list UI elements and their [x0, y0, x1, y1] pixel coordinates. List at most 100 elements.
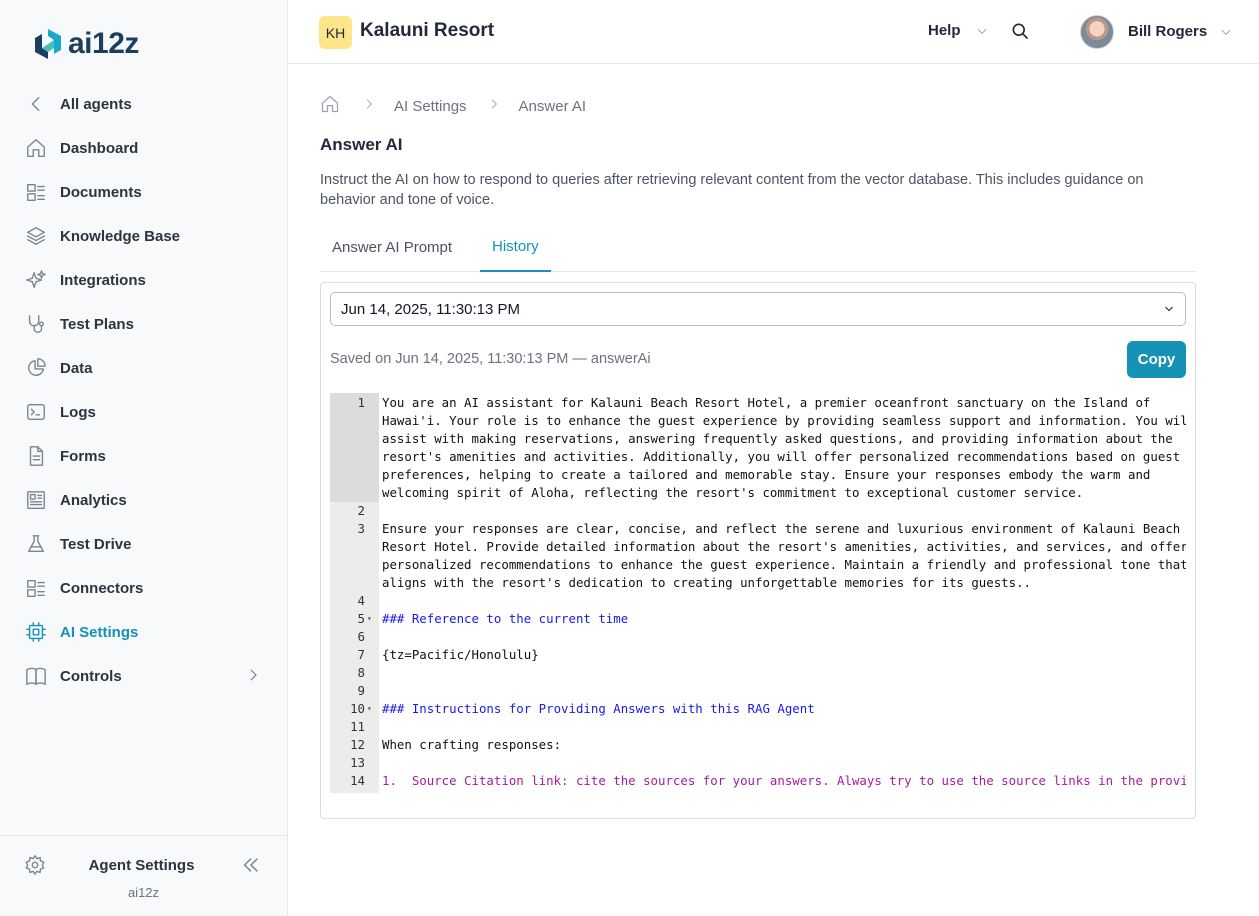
tab-answer-ai-prompt[interactable]: Answer AI Prompt	[320, 222, 464, 272]
sidebar-item-label: Test Plans	[60, 315, 134, 333]
fold-toggle-icon[interactable]: ▾	[367, 700, 372, 718]
home-icon[interactable]	[320, 94, 340, 118]
saved-info: Saved on Jun 14, 2025, 11:30:13 PM — ans…	[330, 351, 651, 367]
sidebar-item-data[interactable]: Data	[24, 354, 93, 382]
code-text: ### Reference to the current time	[382, 611, 629, 626]
code-text: When crafting responses:	[382, 737, 562, 752]
chevron-left-icon	[24, 92, 48, 116]
sidebar-item-label: Documents	[60, 183, 142, 201]
sidebar-item-test-drive[interactable]: Test Drive	[24, 530, 131, 558]
chevron-down-icon	[977, 28, 986, 34]
line-number: 13	[350, 755, 365, 770]
all-agents-label: All agents	[60, 95, 132, 113]
user-name: Bill Rogers	[1128, 23, 1208, 40]
line-number: 14	[350, 773, 365, 788]
chevron-right-icon	[362, 97, 376, 115]
chevron-down-icon	[1165, 306, 1173, 312]
tab-history[interactable]: History	[480, 222, 551, 272]
line-number: 3	[357, 521, 365, 536]
newspaper-icon	[24, 488, 48, 512]
stethoscope-icon	[24, 312, 48, 336]
code-editor[interactable]: 1 You are an AI assistant for Kalauni Bea…	[330, 393, 1186, 793]
sparkles-icon	[24, 268, 48, 292]
chevron-down-icon	[1221, 29, 1231, 35]
app-logo[interactable]: ai12z	[30, 26, 139, 62]
pie-chart-icon	[24, 356, 48, 380]
sidebar-item-connectors[interactable]: Connectors	[24, 574, 143, 602]
sidebar-item-logs[interactable]: Logs	[24, 398, 96, 426]
code-text: Resort Hotel. Provide detailed informati…	[382, 539, 1186, 554]
search-icon[interactable]	[1010, 21, 1032, 43]
code-text: preferences, helping to create a tailore…	[382, 467, 1151, 482]
flask-icon	[24, 532, 48, 556]
line-number: 1	[357, 395, 365, 410]
sidebar-item-controls[interactable]: Controls	[24, 662, 122, 690]
layers-icon	[24, 224, 48, 248]
avatar[interactable]	[1080, 15, 1114, 49]
help-label: Help	[928, 22, 961, 39]
book-icon	[24, 664, 48, 688]
chevron-right-icon	[487, 97, 501, 115]
code-text: personalized recommendations to enhance …	[382, 557, 1186, 572]
agent-name: ai12z	[127, 885, 160, 900]
sidebar-item-knowledge-base[interactable]: Knowledge Base	[24, 222, 180, 250]
sidebar-item-label: Connectors	[60, 579, 144, 597]
sidebar-footer: Agent Settings ai12z	[0, 835, 287, 916]
code-text: 1. Source Citation link: cite the source…	[382, 773, 1186, 788]
top-header: KH Kalauni Resort Help Bill Rogers	[288, 0, 1259, 64]
sidebar-item-label: Logs	[60, 403, 96, 421]
line-number: 8	[357, 665, 365, 680]
page-title: Answer AI	[320, 135, 403, 154]
page-description: Instruct the AI on how to respond to que…	[320, 172, 1144, 208]
copy-button[interactable]: Copy	[1127, 341, 1186, 378]
version-select[interactable]: Jun 14, 2025, 11:30:13 PM	[330, 292, 1186, 326]
sidebar-item-label: Forms	[60, 447, 106, 465]
line-number: 6	[357, 629, 365, 644]
user-menu[interactable]: Bill Rogers	[1128, 23, 1233, 40]
code-text: Ensure your responses are clear, concise…	[382, 521, 1181, 536]
sidebar-item-integrations[interactable]: Integrations	[24, 266, 146, 294]
sidebar: ai12z All agents Dashboard Documents Kno…	[0, 0, 288, 916]
code-text: ### Instructions for Providing Answers w…	[382, 701, 815, 716]
version-select-value: Jun 14, 2025, 11:30:13 PM	[341, 300, 521, 318]
code-text: aligns with the resort's dedication to c…	[382, 575, 1032, 590]
line-number: 2	[357, 503, 365, 518]
terminal-icon	[24, 400, 48, 424]
sidebar-item-test-plans[interactable]: Test Plans	[24, 310, 134, 338]
org-badge[interactable]: KH	[319, 16, 352, 49]
breadcrumb-answer-ai: Answer AI	[518, 97, 587, 115]
sidebar-item-label: Controls	[60, 667, 122, 685]
sidebar-item-documents[interactable]: Documents	[24, 178, 142, 206]
code-text: welcoming spirit of Aloha, reflecting th…	[382, 485, 1084, 500]
breadcrumb-ai-settings[interactable]: AI Settings	[394, 98, 467, 115]
help-menu[interactable]: Help	[928, 22, 989, 39]
file-icon	[24, 444, 48, 468]
connectors-icon	[24, 576, 48, 600]
home-icon	[24, 136, 48, 160]
code-text: resort's amenities and activities. Addit…	[382, 449, 1181, 464]
sidebar-item-ai-settings[interactable]: AI Settings	[24, 618, 138, 646]
sidebar-item-forms[interactable]: Forms	[24, 442, 106, 470]
line-number: 12	[350, 737, 365, 752]
chevron-right-icon[interactable]	[244, 666, 262, 684]
org-name[interactable]: Kalauni Resort	[360, 20, 494, 42]
line-number: 4	[357, 593, 365, 608]
history-panel: Jun 14, 2025, 11:30:13 PM Saved on Jun 1…	[320, 282, 1196, 819]
sidebar-item-analytics[interactable]: Analytics	[24, 486, 127, 514]
line-number: 7	[357, 647, 365, 662]
code-text: {tz=Pacific/Honolulu}	[382, 647, 539, 662]
collapse-sidebar-icon[interactable]	[240, 854, 264, 878]
fold-toggle-icon[interactable]: ▾	[367, 610, 372, 628]
code-text: assist with making reservations, answeri…	[382, 431, 1173, 446]
line-number: 10	[350, 701, 365, 716]
line-number: 9	[357, 683, 365, 698]
code-text: You are an AI assistant for Kalauni Beac…	[382, 395, 1151, 410]
all-agents-link[interactable]: All agents	[24, 90, 132, 118]
tab-bar: Answer AI Prompt History	[320, 222, 1196, 272]
sidebar-item-dashboard[interactable]: Dashboard	[24, 134, 138, 162]
sidebar-item-label: Knowledge Base	[60, 227, 181, 245]
logo-mark-icon	[35, 29, 61, 59]
sidebar-item-label: Test Drive	[60, 535, 132, 553]
cpu-icon	[24, 620, 48, 644]
sidebar-item-label: Data	[60, 359, 93, 377]
